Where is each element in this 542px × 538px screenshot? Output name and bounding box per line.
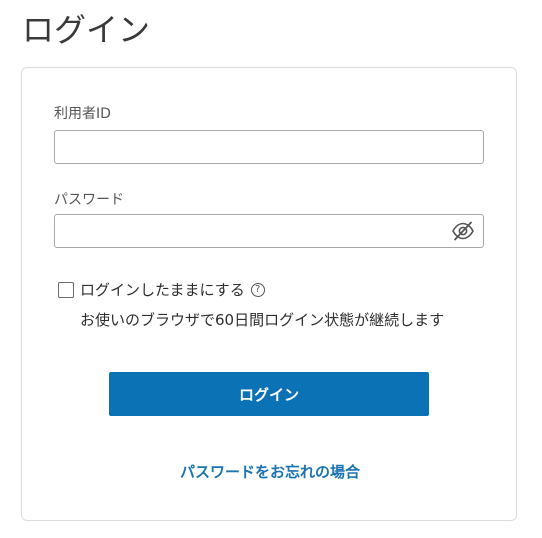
password-label: パスワード — [54, 192, 124, 208]
login-card: 利用者ID パスワード ログインしたままにする ? お使いのブラウザで60日間ロ… — [21, 67, 517, 521]
login-button[interactable]: ログイン — [109, 372, 429, 416]
user-id-input[interactable] — [54, 130, 484, 164]
remember-me-note: お使いのブラウザで60日間ログイン状態が継続します — [80, 311, 445, 329]
password-input[interactable] — [54, 214, 484, 248]
forgot-password-link[interactable]: パスワードをお忘れの場合 — [22, 462, 518, 482]
eye-slash-icon[interactable] — [450, 219, 476, 243]
remember-me-row: ログインしたままにする ? — [58, 280, 265, 300]
question-circle-icon[interactable]: ? — [250, 283, 265, 297]
remember-me-checkbox[interactable] — [58, 282, 74, 298]
eye-slash-icon-graphic — [452, 221, 474, 241]
page-title: ログイン — [22, 11, 151, 49]
remember-me-label[interactable]: ログインしたままにする — [80, 280, 245, 300]
user-id-label: 利用者ID — [54, 106, 111, 122]
